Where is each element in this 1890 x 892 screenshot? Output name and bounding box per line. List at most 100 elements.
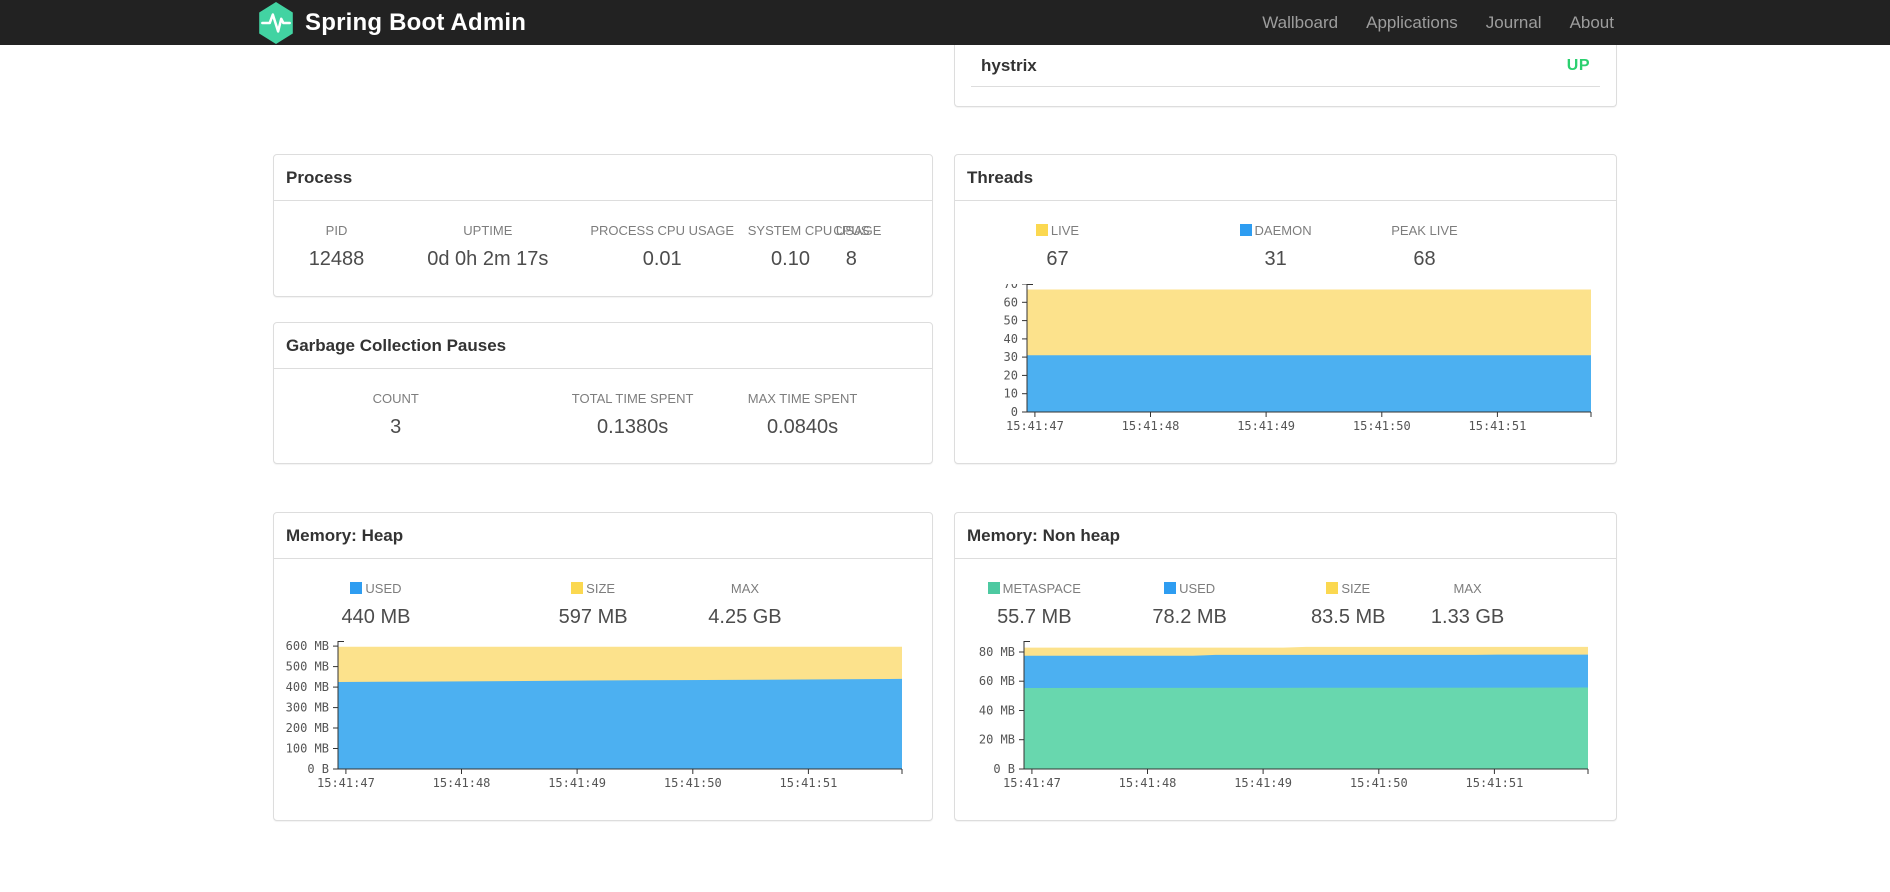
spring-boot-admin-logo-icon [257, 1, 295, 44]
nav-links: Wallboard Applications Journal About [1248, 0, 1890, 45]
metric-label: PROCESS CPU USAGE [590, 223, 735, 238]
panel-title: Process [274, 155, 932, 201]
svg-text:15:41:49: 15:41:49 [1237, 419, 1295, 433]
svg-text:15:41:47: 15:41:47 [1006, 419, 1064, 433]
svg-text:0: 0 [1011, 405, 1018, 419]
legend-item: SIZE 597 MB [478, 581, 708, 629]
svg-text:600 MB: 600 MB [286, 641, 329, 653]
legend-item: SIZE 83.5 MB [1266, 581, 1431, 629]
svg-text:0 B: 0 B [993, 762, 1015, 776]
app-title: Spring Boot Admin [305, 8, 527, 36]
metric-value: 0.0840s [766, 416, 839, 438]
threads-panel: Threads LIVE 67 DAEMON 31 PEAK LIVE 68 0… [954, 154, 1617, 464]
legend-value: 83.5 MB [1311, 606, 1386, 628]
metric-value: 0.1380s [597, 416, 669, 438]
panel-title: Memory: Heap [274, 513, 932, 559]
svg-text:50: 50 [1004, 314, 1018, 328]
legend-swatch-icon [1035, 224, 1048, 236]
metric: TOTAL TIME SPENT 0.1380s [517, 391, 747, 439]
svg-text:100 MB: 100 MB [286, 742, 329, 756]
svg-text:15:41:50: 15:41:50 [1353, 419, 1411, 433]
svg-text:15:41:51: 15:41:51 [1469, 419, 1527, 433]
legend-value: 440 MB [341, 606, 411, 628]
legend-item: MAX 1.33 GB [1431, 581, 1504, 629]
svg-text:300 MB: 300 MB [286, 701, 329, 715]
legend-swatch-icon [987, 582, 1000, 594]
threads-legend: LIVE 67 DAEMON 31 PEAK LIVE 68 [955, 201, 1616, 271]
svg-text:20: 20 [1004, 368, 1018, 382]
svg-text:40: 40 [1004, 332, 1018, 346]
panel-title: Memory: Non heap [955, 513, 1616, 559]
legend-label: USED [274, 581, 478, 596]
legend-value: 597 MB [558, 606, 628, 628]
legend-swatch-icon [1326, 582, 1339, 594]
legend-swatch-icon [1239, 224, 1252, 236]
svg-text:15:41:51: 15:41:51 [1466, 776, 1524, 790]
metric: COUNT 3 [274, 391, 517, 439]
svg-text:15:41:48: 15:41:48 [1119, 776, 1177, 790]
metric: UPTIME 0d 0h 2m 17s [399, 223, 577, 271]
metric: CPUS 8 [833, 223, 869, 271]
nav-link[interactable]: About [1556, 0, 1628, 45]
legend-label: DAEMON [1160, 223, 1391, 238]
metric-label: CPUS [833, 223, 870, 238]
legend-label: MAX [1453, 581, 1482, 596]
legend-value: 78.2 MB [1152, 606, 1227, 628]
legend-item: MAX 4.25 GB [708, 581, 781, 629]
metric-value: 0.01 [642, 248, 682, 270]
nav-link[interactable]: Journal [1472, 0, 1556, 45]
metric: PROCESS CPU USAGE 0.01 [577, 223, 748, 271]
metric-label: TOTAL TIME SPENT [571, 391, 694, 406]
legend-item: METASPACE 55.7 MB [955, 581, 1114, 629]
health-panel: hystrix UP [954, 45, 1617, 107]
legend-label: PEAK LIVE [1391, 223, 1458, 238]
legend-item: PEAK LIVE 68 [1391, 223, 1457, 271]
memory-nonheap-chart: 0 B 20 MB 40 MB 60 MB 80 MB 15:41:47 15:41:48 1… [960, 641, 1602, 798]
svg-text:10: 10 [1004, 387, 1018, 401]
nav-link[interactable]: Wallboard [1248, 0, 1352, 45]
panel-title: Threads [955, 155, 1616, 201]
heap-legend: USED 440 MB SIZE 597 MB MAX 4.25 GB [274, 559, 932, 629]
metric-label: PID [325, 223, 348, 238]
svg-text:15:41:49: 15:41:49 [1234, 776, 1292, 790]
legend-swatch-icon [1164, 582, 1177, 594]
svg-text:30: 30 [1004, 350, 1018, 364]
svg-text:60: 60 [1004, 295, 1018, 309]
svg-text:400 MB: 400 MB [286, 680, 329, 694]
legend-value: 68 [1413, 248, 1436, 270]
legend-label: SIZE [478, 581, 708, 596]
legend-value: 67 [1046, 248, 1069, 270]
metric: PID 12488 [274, 223, 399, 271]
legend-label: SIZE [1266, 581, 1431, 596]
legend-label: MAX [730, 581, 760, 596]
svg-text:40 MB: 40 MB [979, 704, 1015, 718]
legend-item: USED 440 MB [274, 581, 478, 629]
legend-value: 55.7 MB [997, 606, 1072, 628]
nonheap-legend: METASPACE 55.7 MB USED 78.2 MB SIZE 83.5… [955, 559, 1616, 629]
metric: SYSTEM CPU USAGE 0.10 [748, 223, 882, 271]
metric-label: COUNT [372, 391, 419, 406]
legend-item: DAEMON 31 [1160, 223, 1391, 271]
metric: MAX TIME SPENT 0.0840s [748, 391, 858, 439]
metric-label: MAX TIME SPENT [747, 391, 858, 406]
brand-link[interactable]: Spring Boot Admin [0, 1, 527, 44]
metric-value: 0d 0h 2m 17s [427, 248, 549, 270]
svg-text:15:41:47: 15:41:47 [317, 776, 375, 790]
svg-text:80 MB: 80 MB [979, 645, 1015, 659]
svg-text:15:41:48: 15:41:48 [433, 776, 491, 790]
svg-text:15:41:47: 15:41:47 [1003, 776, 1061, 790]
health-service-name: hystrix [981, 56, 1037, 75]
memory-nonheap-panel: Memory: Non heap METASPACE 55.7 MB USED … [954, 512, 1617, 821]
memory-heap-panel: Memory: Heap USED 440 MB SIZE 597 MB MAX… [273, 512, 933, 821]
legend-value: 31 [1264, 248, 1287, 270]
svg-text:15:41:48: 15:41:48 [1122, 419, 1180, 433]
legend-value: 1.33 GB [1430, 606, 1505, 628]
memory-heap-chart: 0 B 100 MB 200 MB 300 MB 400 MB 500 MB 600 MB 1… [274, 639, 916, 798]
svg-text:500 MB: 500 MB [286, 660, 329, 674]
legend-label: METASPACE [955, 581, 1114, 596]
legend-value: 4.25 GB [708, 606, 782, 628]
nav-link[interactable]: Applications [1352, 0, 1472, 45]
threads-chart: 0 10 20 30 40 50 60 70 15:41:47 15:41:48 15:41:49 1… [963, 277, 1605, 441]
status-badge: UP [1566, 57, 1590, 74]
gc-panel: Garbage Collection Pauses COUNT 3 TOTAL … [273, 322, 933, 464]
